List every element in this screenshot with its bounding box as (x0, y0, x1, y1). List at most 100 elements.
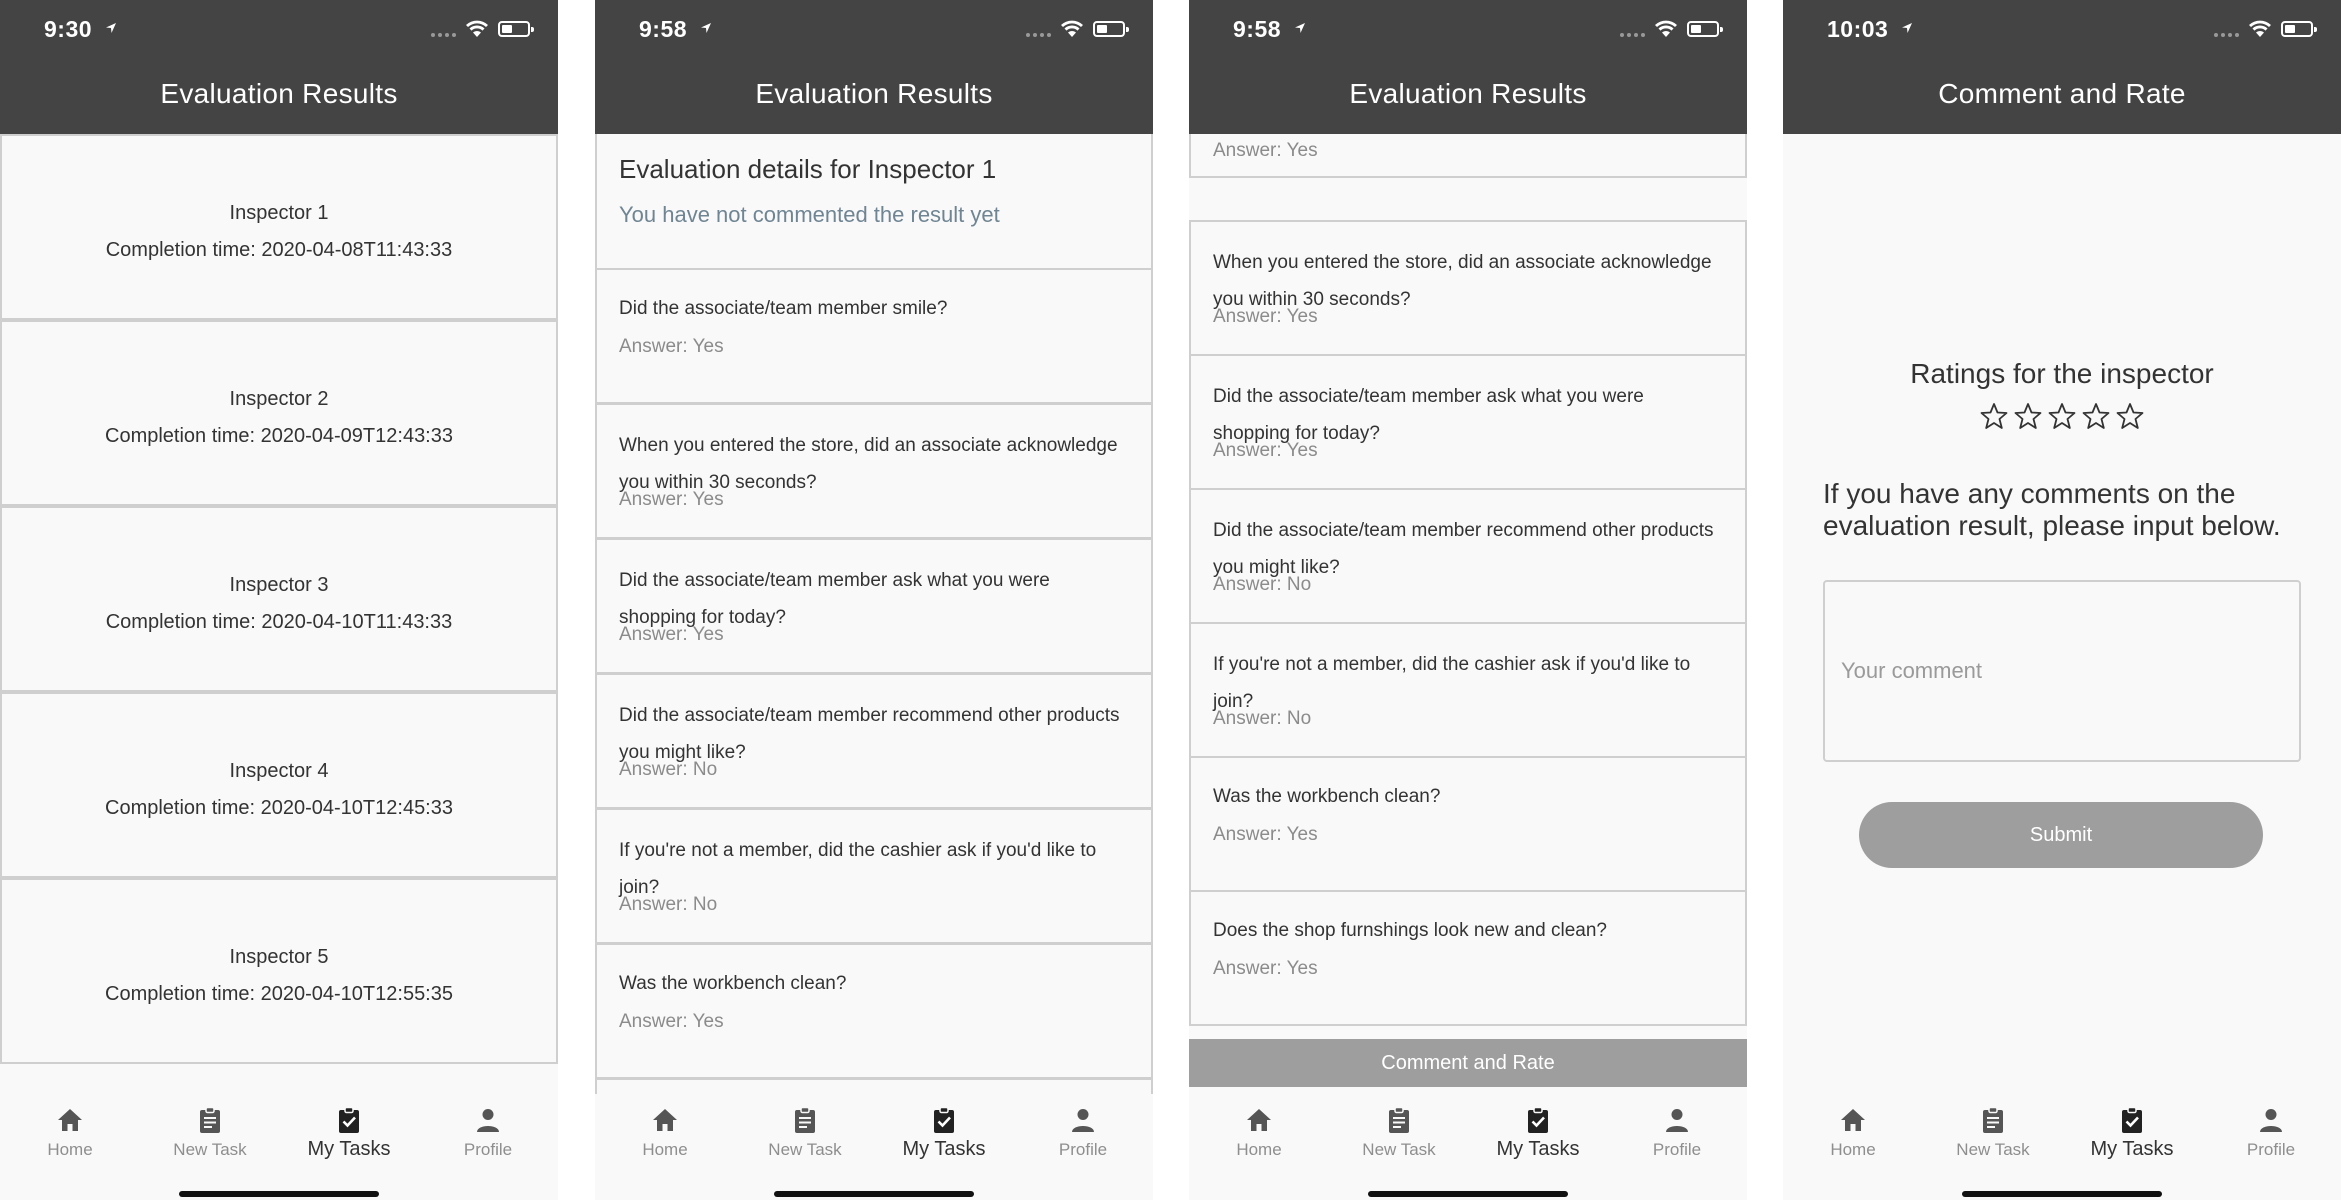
tab-bar: Home New Task My Tasks Profile (0, 1094, 558, 1200)
location-arrow-icon (106, 23, 116, 33)
tab-new-task[interactable]: New Task (745, 1106, 865, 1160)
tab-home[interactable]: Home (1199, 1106, 1319, 1160)
tab-label: New Task (1362, 1140, 1436, 1159)
inspector-name: Inspector 3 (229, 574, 329, 596)
question-answer: Answer: Yes (619, 1011, 724, 1032)
completion-time: Completion time: 2020-04-09T12:43:33 (105, 425, 453, 447)
clipboard-check-icon (339, 1106, 359, 1133)
inspector-name: Inspector 1 (229, 202, 329, 224)
star-icon[interactable] (1980, 402, 2008, 430)
location-arrow-icon (1902, 23, 1912, 33)
evaluation-title: Evaluation details for Inspector 1 (619, 154, 997, 184)
tab-home[interactable]: Home (1793, 1106, 1913, 1160)
question-answer: Answer: Yes (1213, 958, 1318, 979)
question-answer: Answer: No (1213, 574, 1312, 595)
tab-my-tasks[interactable]: My Tasks (884, 1106, 1004, 1161)
tab-my-tasks[interactable]: My Tasks (2072, 1106, 2192, 1161)
tab-new-task[interactable]: New Task (150, 1106, 270, 1160)
location-arrow-icon (1295, 23, 1305, 33)
question-text: Was the workbench clean? (1213, 786, 1441, 807)
status-indicators (431, 18, 534, 40)
tab-my-tasks[interactable]: My Tasks (289, 1106, 409, 1161)
tab-profile[interactable]: Profile (1023, 1106, 1143, 1160)
home-indicator[interactable] (774, 1191, 974, 1197)
rating-title: Ratings for the inspector (1910, 358, 2214, 389)
clipboard-icon (1983, 1106, 2003, 1133)
question-card: Did the associate/team member ask what y… (1189, 354, 1747, 490)
star-rating (1783, 402, 2341, 430)
inspector-card[interactable]: Inspector 1 Completion time: 2020-04-08T… (0, 134, 558, 320)
inspector-card[interactable]: Inspector 5 Completion time: 2020-04-10T… (0, 878, 558, 1064)
person-icon (2260, 1109, 2282, 1132)
question-card: Was the workbench clean? Answer: Yes (1189, 756, 1747, 892)
location-arrow-icon (701, 23, 711, 33)
home-indicator[interactable] (1962, 1191, 2162, 1197)
question-card: Answer: Yes (1189, 134, 1747, 178)
comment-instructions: If you have any comments on the evaluati… (1823, 478, 2281, 541)
tab-label: New Task (768, 1140, 842, 1159)
tab-label: New Task (173, 1140, 247, 1159)
question-card: If you're not a member, did the cashier … (595, 808, 1153, 944)
question-text: Did the associate/team member smile? (619, 298, 948, 319)
evaluation-summary: Evaluation details for Inspector 1 You h… (595, 134, 1153, 270)
home-indicator[interactable] (179, 1191, 379, 1197)
clipboard-check-icon (1528, 1106, 1548, 1133)
question-text: Does the shop furnshings look new and cl… (1213, 920, 1607, 941)
tab-home[interactable]: Home (605, 1106, 725, 1160)
app-header: 9:58 Evaluation Results (595, 0, 1153, 134)
page-title: Evaluation Results (160, 78, 398, 109)
inspector-list: Inspector 1 Completion time: 2020-04-08T… (0, 134, 558, 1094)
tab-profile[interactable]: Profile (428, 1106, 548, 1160)
status-time: 9:58 (1233, 16, 1282, 42)
star-icon[interactable] (2116, 402, 2144, 430)
tab-profile[interactable]: Profile (1617, 1106, 1737, 1160)
person-icon (1666, 1109, 1688, 1132)
screen-evaluation-list: 9:30 Evaluation Results Inspector 1 Comp… (0, 0, 558, 1200)
tab-label: My Tasks (307, 1138, 391, 1160)
status-indicators (1026, 18, 1129, 40)
cellular-signal-icon (2214, 21, 2239, 37)
star-icon[interactable] (2048, 402, 2076, 430)
home-icon (58, 1109, 82, 1131)
tab-new-task[interactable]: New Task (1339, 1106, 1459, 1160)
question-answer: Answer: Yes (1213, 824, 1318, 845)
clipboard-icon (1389, 1106, 1409, 1133)
question-answer: Answer: Yes (619, 489, 724, 510)
wifi-icon (1061, 20, 1083, 37)
tab-new-task[interactable]: New Task (1933, 1106, 2053, 1160)
battery-icon (2281, 21, 2317, 37)
wifi-icon (466, 20, 488, 37)
question-answer: Answer: Yes (1213, 140, 1318, 161)
question-answer: Answer: Yes (619, 336, 724, 357)
tab-label: Home (47, 1140, 93, 1159)
question-answer: Answer: No (619, 894, 718, 915)
status-indicators (2214, 18, 2317, 40)
evaluation-details: Answer: Yes When you entered the store, … (1189, 134, 1747, 1039)
submit-button[interactable]: Submit (1859, 802, 2263, 868)
status-time: 9:58 (639, 16, 688, 42)
page-title: Evaluation Results (755, 78, 993, 109)
inspector-card[interactable]: Inspector 4 Completion time: 2020-04-10T… (0, 692, 558, 878)
tab-my-tasks[interactable]: My Tasks (1478, 1106, 1598, 1161)
comment-input[interactable] (1823, 580, 2301, 762)
completion-time: Completion time: 2020-04-10T12:55:35 (105, 983, 453, 1005)
clipboard-check-icon (2122, 1106, 2142, 1133)
wifi-icon (2249, 20, 2271, 37)
inspector-card[interactable]: Inspector 2 Completion time: 2020-04-09T… (0, 320, 558, 506)
question-card: Did the associate/team member recommend … (1189, 488, 1747, 624)
home-indicator[interactable] (1368, 1191, 1568, 1197)
tab-profile[interactable]: Profile (2211, 1106, 2331, 1160)
inspector-card[interactable]: Inspector 3 Completion time: 2020-04-10T… (0, 506, 558, 692)
tab-home[interactable]: Home (10, 1106, 130, 1160)
tab-label: My Tasks (1496, 1138, 1580, 1160)
question-answer: Answer: No (1213, 708, 1312, 729)
status-bar: 10:03 (1783, 0, 2341, 56)
question-answer: Answer: Yes (619, 624, 724, 645)
question-card: Did the associate/team member recommend … (595, 673, 1153, 809)
comment-and-rate-button[interactable]: Comment and Rate (1189, 1039, 1747, 1087)
battery-icon (498, 21, 534, 37)
question-answer: Answer: Yes (1213, 306, 1318, 327)
star-icon[interactable] (2082, 402, 2110, 430)
status-bar: 9:30 (0, 0, 558, 56)
star-icon[interactable] (2014, 402, 2042, 430)
